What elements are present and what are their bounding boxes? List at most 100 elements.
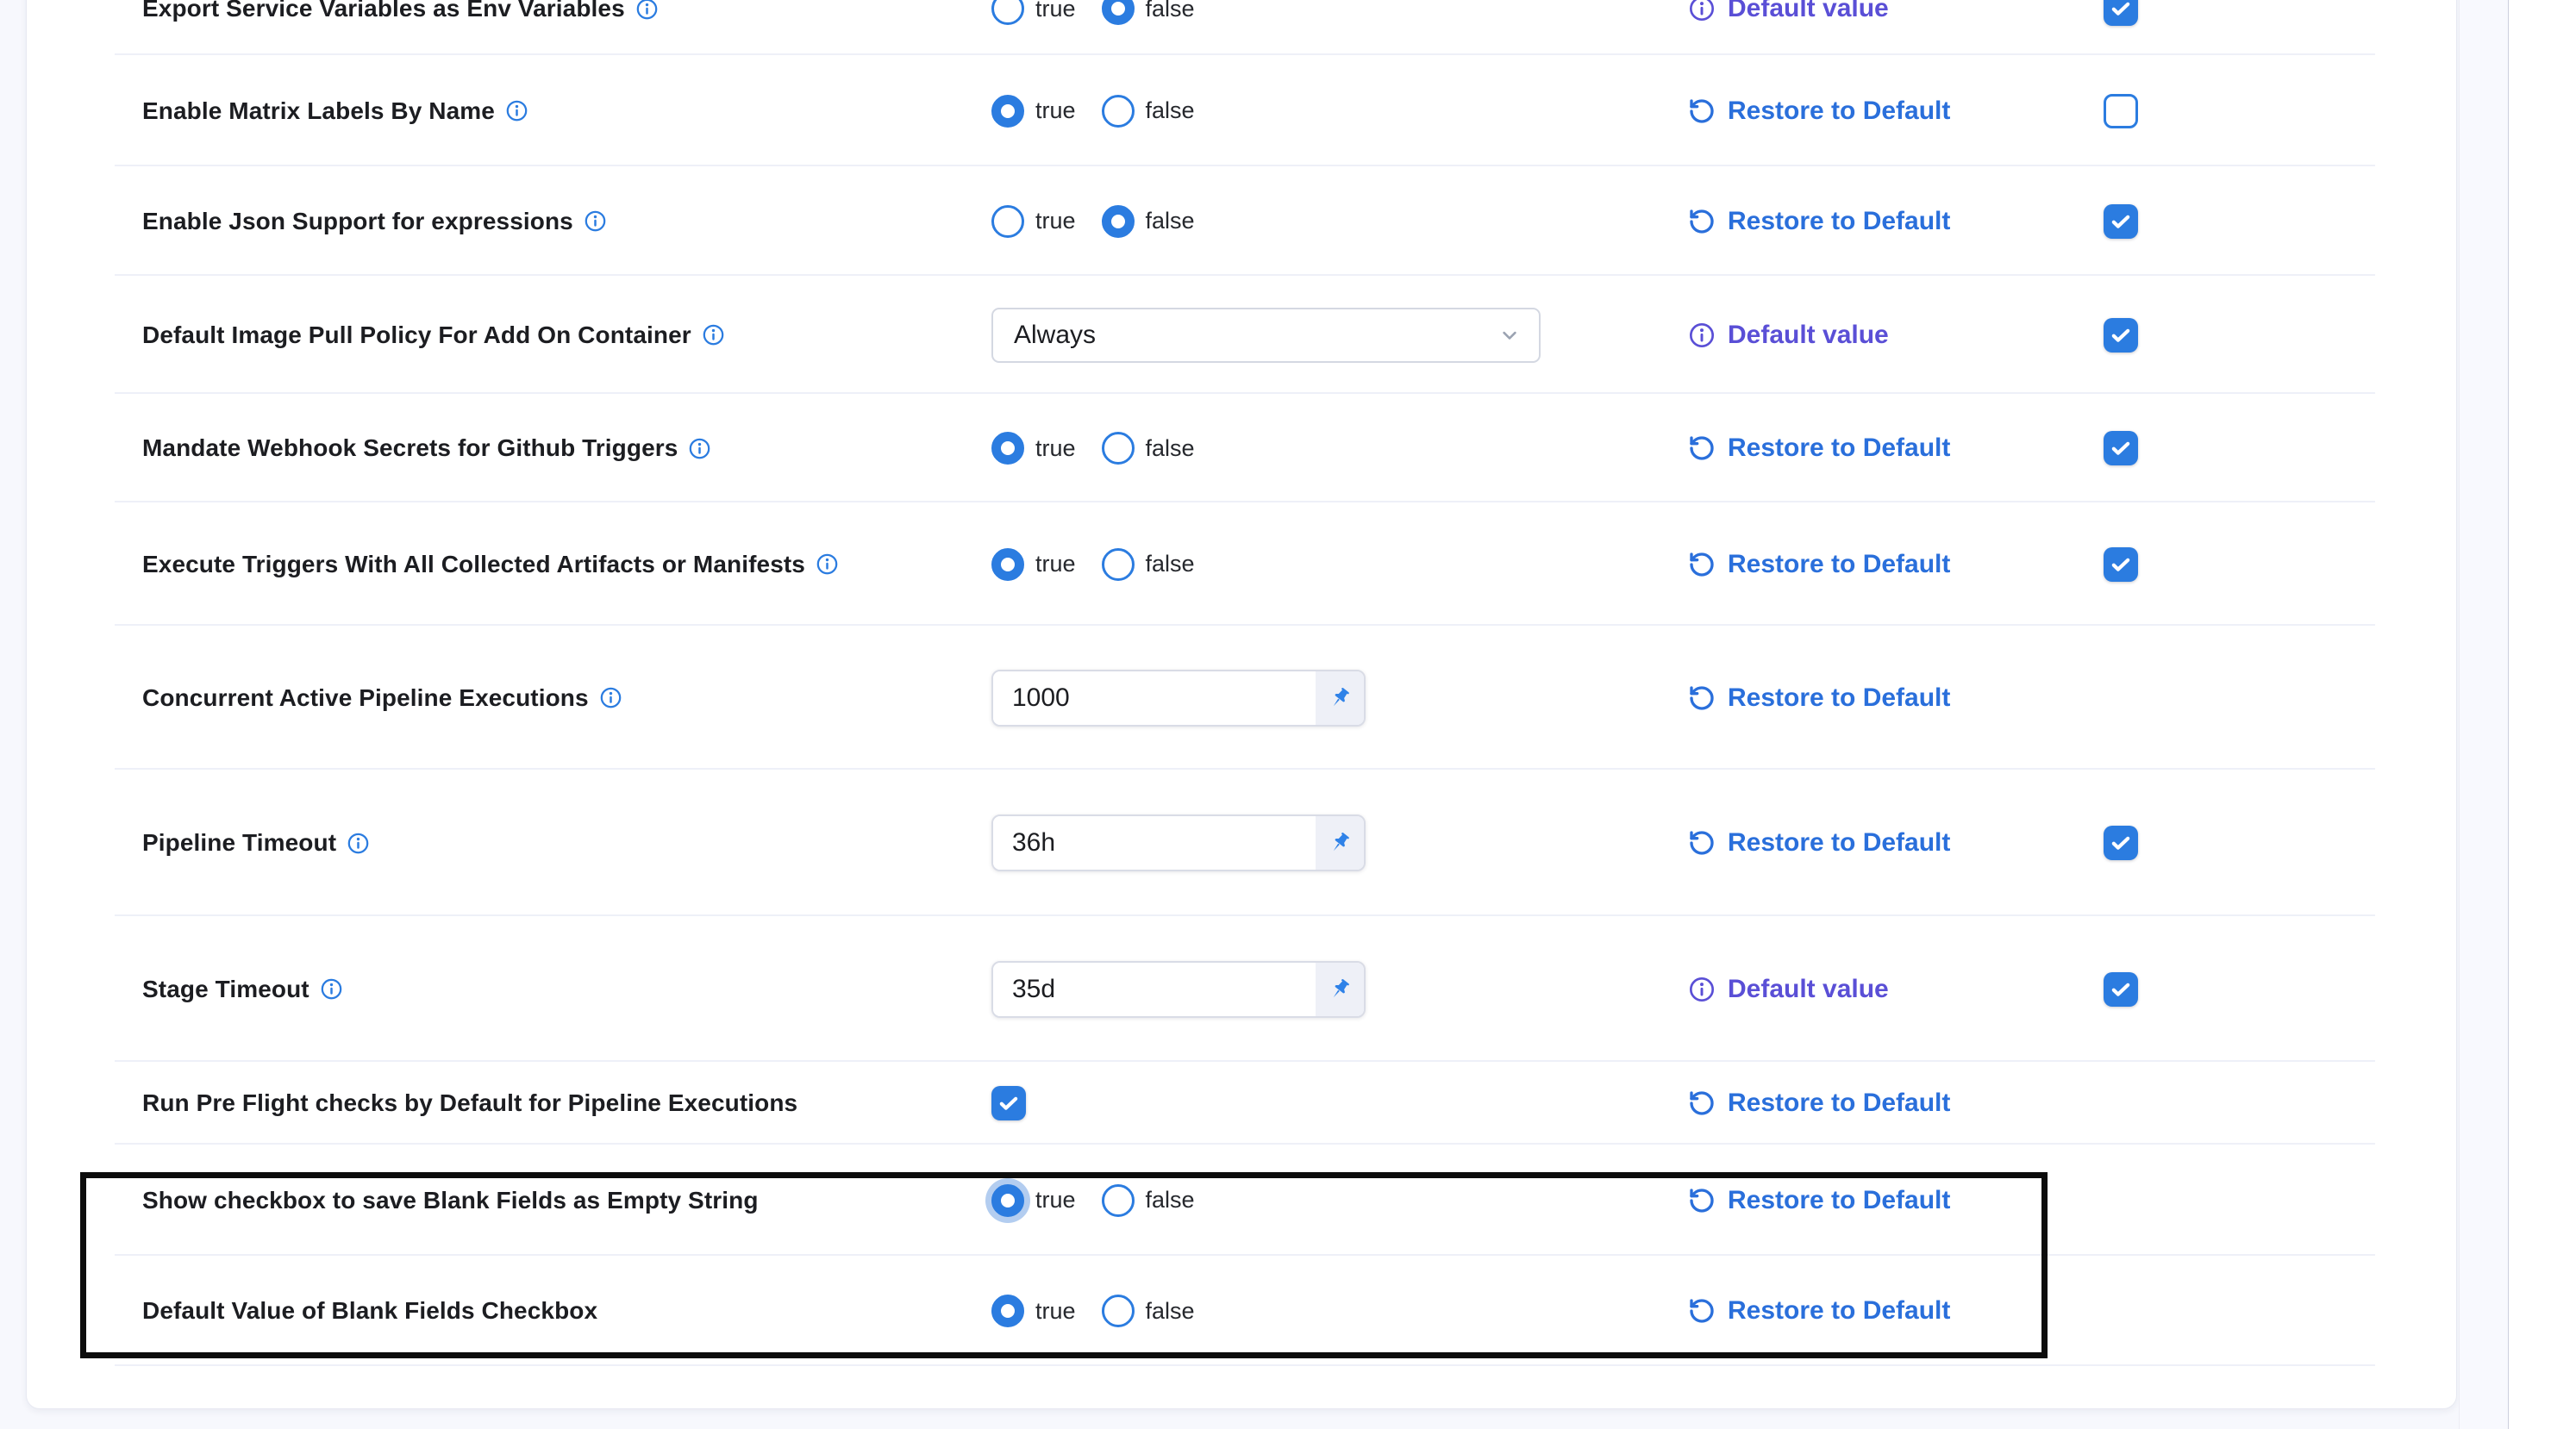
restore-label: Restore to Default [1728, 1089, 1950, 1118]
restore-label: Restore to Default [1728, 97, 1950, 126]
restore-to-default-button[interactable]: Restore to Default [1688, 1089, 1950, 1118]
restore-to-default-button[interactable]: Restore to Default [1688, 683, 1950, 713]
setting-label: Enable Matrix Labels By Name [142, 55, 528, 166]
pin-button[interactable] [1316, 671, 1364, 725]
checkmark-icon [2109, 831, 2133, 855]
restore-to-default-button[interactable]: Restore to Default [1688, 550, 1950, 579]
checkmark-icon [2109, 323, 2133, 347]
setting-label: Enable Json Support for expressions [142, 166, 607, 276]
radio-true-label[interactable]: true [1035, 435, 1076, 462]
info-icon[interactable] [320, 977, 343, 1001]
radio-false[interactable] [1102, 205, 1135, 238]
setting-label-text: Mandate Webhook Secrets for Github Trigg… [142, 434, 678, 462]
pin-button[interactable] [1316, 816, 1364, 870]
restore-to-default-button[interactable]: Restore to Default [1688, 828, 1950, 858]
restore-label: Restore to Default [1728, 683, 1950, 713]
radio-false[interactable] [1102, 548, 1135, 581]
restore-to-default-button[interactable]: Restore to Default [1688, 97, 1950, 126]
setting-row: Run Pre Flight checks by Default for Pip… [0, 1062, 2576, 1145]
setting-row: Enable Json Support for expressions true… [0, 166, 2576, 276]
setting-label: Mandate Webhook Secrets for Github Trigg… [142, 394, 711, 502]
checkmark-icon [2109, 977, 2133, 1002]
scope-checkbox[interactable] [2104, 431, 2138, 465]
radio-false[interactable] [1102, 95, 1135, 128]
restore-icon [1688, 551, 1716, 578]
setting-label: Pipeline Timeout [142, 770, 370, 916]
info-icon[interactable] [599, 686, 622, 709]
image-pull-policy-select[interactable]: Always [991, 308, 1541, 363]
scope-checkbox[interactable] [2104, 972, 2138, 1007]
radio-true[interactable] [991, 432, 1024, 465]
scope-checkbox[interactable] [2104, 0, 2138, 26]
setting-row: Default Image Pull Policy For Add On Con… [0, 276, 2576, 394]
checkmark-icon [997, 1091, 1021, 1115]
setting-row: Mandate Webhook Secrets for Github Trigg… [0, 394, 2576, 502]
value-input[interactable] [993, 671, 1316, 725]
chevron-down-icon [1497, 323, 1522, 347]
scope-checkbox[interactable] [2104, 204, 2138, 239]
radio-group: true false [991, 55, 1195, 166]
info-icon[interactable] [505, 99, 528, 122]
setting-row: Stage Timeout Default value [0, 916, 2576, 1062]
info-icon [1688, 976, 1716, 1003]
setting-input-group [991, 670, 1366, 727]
value-input[interactable] [993, 963, 1316, 1016]
setting-row: Export Service Variables as Env Variable… [0, 0, 2576, 55]
setting-label: Stage Timeout [142, 916, 343, 1062]
preflight-checkbox[interactable] [991, 1086, 1026, 1120]
restore-icon [1688, 434, 1716, 462]
radio-true[interactable] [991, 95, 1024, 128]
radio-true-label[interactable]: true [1035, 208, 1076, 234]
setting-label-text: Pipeline Timeout [142, 829, 336, 857]
radio-true[interactable] [991, 548, 1024, 581]
setting-row: Enable Matrix Labels By Name true false … [0, 55, 2576, 166]
radio-true-label[interactable]: true [1035, 551, 1076, 577]
radio-group: true false [991, 502, 1195, 626]
pin-button[interactable] [1316, 963, 1364, 1016]
info-icon[interactable] [584, 209, 607, 233]
setting-label-text: Enable Matrix Labels By Name [142, 97, 495, 125]
info-icon[interactable] [688, 437, 711, 460]
radio-false[interactable] [1102, 0, 1135, 25]
info-icon [1688, 0, 1716, 22]
radio-true-label[interactable]: true [1035, 97, 1076, 124]
highlight-annotation-box [80, 1172, 2048, 1358]
restore-to-default-button[interactable]: Restore to Default [1688, 434, 1950, 463]
default-value-indicator[interactable]: Default value [1688, 321, 1889, 350]
info-icon[interactable] [635, 0, 659, 21]
checkmark-icon [2109, 552, 2133, 577]
select-value: Always [1014, 321, 1096, 350]
radio-true-label[interactable]: true [1035, 0, 1076, 22]
scope-checkbox[interactable] [2104, 547, 2138, 582]
radio-false-label[interactable]: false [1146, 208, 1195, 234]
default-value-indicator[interactable]: Default value [1688, 0, 1889, 23]
radio-false-label[interactable]: false [1146, 435, 1195, 462]
radio-false-label[interactable]: false [1146, 97, 1195, 124]
info-icon[interactable] [816, 552, 839, 576]
info-icon[interactable] [702, 323, 725, 346]
radio-false[interactable] [1102, 432, 1135, 465]
value-input[interactable] [993, 816, 1316, 870]
default-value-indicator[interactable]: Default value [1688, 975, 1889, 1004]
radio-false-label[interactable]: false [1146, 551, 1195, 577]
restore-label: Restore to Default [1728, 828, 1950, 858]
scope-checkbox[interactable] [2104, 318, 2138, 353]
radio-true[interactable] [991, 0, 1024, 25]
restore-label: Restore to Default [1728, 434, 1950, 463]
setting-label-text: Concurrent Active Pipeline Executions [142, 684, 589, 712]
scope-checkbox[interactable] [2104, 826, 2138, 860]
restore-to-default-button[interactable]: Restore to Default [1688, 207, 1950, 236]
pin-icon [1326, 976, 1354, 1003]
scope-checkbox[interactable] [2104, 94, 2138, 128]
restore-icon [1688, 97, 1716, 125]
setting-label-text: Default Image Pull Policy For Add On Con… [142, 321, 691, 349]
setting-row: Pipeline Timeout Restore to Default [0, 770, 2576, 916]
checkmark-icon [2109, 436, 2133, 460]
info-icon[interactable] [347, 832, 370, 855]
restore-icon [1688, 1089, 1716, 1117]
radio-true[interactable] [991, 205, 1024, 238]
default-value-label: Default value [1728, 975, 1889, 1004]
radio-false-label[interactable]: false [1146, 0, 1195, 22]
setting-label-text: Export Service Variables as Env Variable… [142, 0, 625, 22]
setting-label: Default Image Pull Policy For Add On Con… [142, 276, 725, 394]
